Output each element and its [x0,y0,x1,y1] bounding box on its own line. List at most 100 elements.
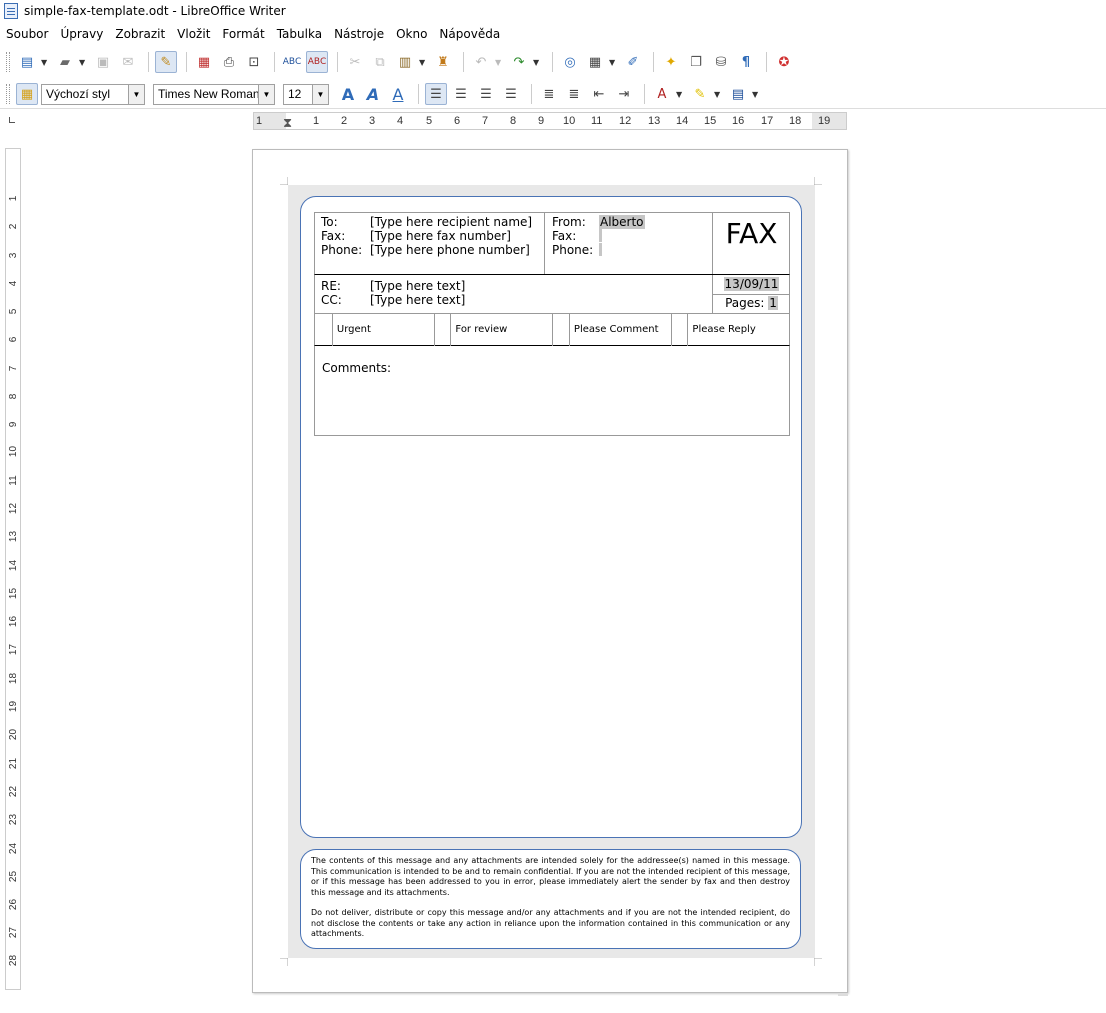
navigator-icon[interactable]: ✦ [660,51,682,73]
show-draw-functions-icon[interactable]: ✐ [622,51,644,73]
pages-field[interactable]: 1 [768,296,778,310]
chevron-down-icon[interactable]: ▼ [312,84,328,104]
undo-icon[interactable]: ↶ [470,51,492,73]
fax-cover-frame[interactable]: To: [Type here recipient name] Fax: [Type … [300,196,802,838]
gallery-icon[interactable]: ❐ [685,51,707,73]
copy-icon[interactable]: ⧉ [369,51,391,73]
please-comment-checkbox[interactable] [552,314,570,346]
chevron-down-icon[interactable]: ▼ [128,84,144,104]
clone-formatting-icon[interactable]: ♜ [432,51,454,73]
paste-icon[interactable]: ▥ [394,51,416,73]
ruler-label: 13 [8,530,19,543]
date-cell[interactable]: 13/09/11 [712,275,790,295]
bold-icon[interactable]: A [337,83,359,105]
paste-dropdown-icon[interactable]: ▼ [419,58,426,67]
menu-zobrazit[interactable]: Zobrazit [115,27,165,41]
for-review-checkbox[interactable] [433,314,452,346]
field-marker[interactable] [599,229,602,242]
menu-format[interactable]: Formát [222,27,264,41]
writer-document-icon [4,3,18,19]
new-document-icon[interactable]: ▤ [16,51,38,73]
export-pdf-icon[interactable]: ▦ [193,51,215,73]
date-field[interactable]: 13/09/11 [723,277,780,291]
font-name-select[interactable]: Times New Roman ▼ [153,83,275,105]
save-icon[interactable]: ▣ [92,51,114,73]
disclaimer-frame[interactable]: The contents of this message and any att… [300,849,801,949]
align-right-icon[interactable]: ☰ [475,83,497,105]
ruler-label: 15 [8,587,19,600]
field-marker[interactable] [599,243,602,256]
spellcheck-icon[interactable]: ABC [281,51,303,73]
toolbar-handle[interactable] [6,84,10,104]
menu-soubor[interactable]: Soubor [6,27,48,41]
urgent-checkbox[interactable] [315,314,333,346]
highlighting-icon[interactable]: ✎ [689,83,711,105]
indent-marker-icon[interactable]: ⧗ [283,115,292,131]
align-center-icon[interactable]: ☰ [450,83,472,105]
print-preview-icon[interactable]: ⊡ [243,51,265,73]
font-name-value: Times New Roman [158,87,260,101]
cut-icon[interactable]: ✂ [344,51,366,73]
font-color-dropdown-icon[interactable]: ▼ [676,90,683,99]
document-page[interactable]: To: [Type here recipient name] Fax: [Type … [252,149,848,993]
background-color-dropdown-icon[interactable]: ▼ [752,90,759,99]
comments-area[interactable]: Comments: [314,346,790,436]
font-size-select[interactable]: 12 ▼ [283,83,329,105]
recipient-block[interactable]: To: [Type here recipient name] Fax: [Type … [321,215,532,257]
phone-value[interactable]: [Type here phone number] [370,243,530,257]
undo-dropdown-icon[interactable]: ▼ [495,58,502,67]
menu-upravy[interactable]: Úpravy [60,27,103,41]
pages-cell[interactable]: Pages: 1 [712,295,790,314]
table-dropdown-icon[interactable]: ▼ [609,58,616,67]
italic-icon[interactable]: A [362,83,384,105]
open-dropdown-icon[interactable]: ▼ [79,58,86,67]
increase-indent-icon[interactable]: ⇥ [613,83,635,105]
chevron-down-icon[interactable]: ▼ [258,84,274,104]
tab-stop-selector-icon[interactable] [9,117,15,123]
new-dropdown-icon[interactable]: ▼ [41,58,48,67]
vertical-ruler[interactable]: 1 2 3 4 5 6 7 8 9 10 11 12 13 14 15 16 1… [5,148,21,990]
please-reply-checkbox[interactable] [670,314,689,346]
print-icon[interactable]: ⎙ [218,51,240,73]
numbering-icon[interactable]: ≣ [538,83,560,105]
menu-nastroje[interactable]: Nástroje [334,27,384,41]
formatting-marks-icon[interactable]: ¶ [735,51,757,73]
email-icon[interactable]: ✉ [117,51,139,73]
redo-dropdown-icon[interactable]: ▼ [533,58,540,67]
menu-vlozit[interactable]: Vložit [177,27,210,41]
data-sources-icon[interactable]: ⛁ [710,51,732,73]
redo-icon[interactable]: ↷ [508,51,530,73]
paragraph-style-select[interactable]: Výchozí styl ▼ [41,83,145,105]
ruler-label: 4 [8,280,19,287]
underline-icon[interactable]: A [387,83,409,105]
re-value[interactable]: [Type here text] [370,279,465,293]
font-color-icon[interactable]: A [651,83,673,105]
background-color-icon[interactable]: ▤ [727,83,749,105]
ruler-label: 18 [8,672,19,685]
highlighting-dropdown-icon[interactable]: ▼ [714,90,721,99]
ruler-label: 5 [8,308,19,315]
table-icon[interactable]: ▦ [584,51,606,73]
menu-napoveda[interactable]: Nápověda [439,27,500,41]
menu-tabulka[interactable]: Tabulka [277,27,322,41]
to-value[interactable]: [Type here recipient name] [370,215,532,229]
fax-value[interactable]: [Type here fax number] [370,229,511,243]
page-content-area[interactable]: To: [Type here recipient name] Fax: [Type … [288,185,815,958]
hyperlink-icon[interactable]: ◎ [559,51,581,73]
help-icon[interactable]: ✪ [773,51,795,73]
align-left-icon[interactable]: ☰ [425,83,447,105]
open-folder-icon[interactable]: ▰ [54,51,76,73]
decrease-indent-icon[interactable]: ⇤ [588,83,610,105]
styles-and-formatting-icon[interactable]: ▦ [16,83,38,105]
toolbar-handle[interactable] [6,52,10,72]
cc-value[interactable]: [Type here text] [370,293,465,307]
from-value[interactable]: Alberto [599,215,645,229]
edit-mode-icon[interactable]: ✎ [155,51,177,73]
menu-okno[interactable]: Okno [396,27,427,41]
horizontal-ruler[interactable]: 1 ⧗ 1 2 3 4 5 6 7 8 9 10 11 12 13 14 15 … [253,112,847,130]
bullets-icon[interactable]: ≣ [563,83,585,105]
autospellcheck-icon[interactable]: ABC [306,51,328,73]
sender-block[interactable]: From: Alberto Fax: Phone: [544,213,712,275]
justify-icon[interactable]: ☰ [500,83,522,105]
subject-block[interactable]: RE: [Type here text] CC: [Type here text] [321,279,465,307]
